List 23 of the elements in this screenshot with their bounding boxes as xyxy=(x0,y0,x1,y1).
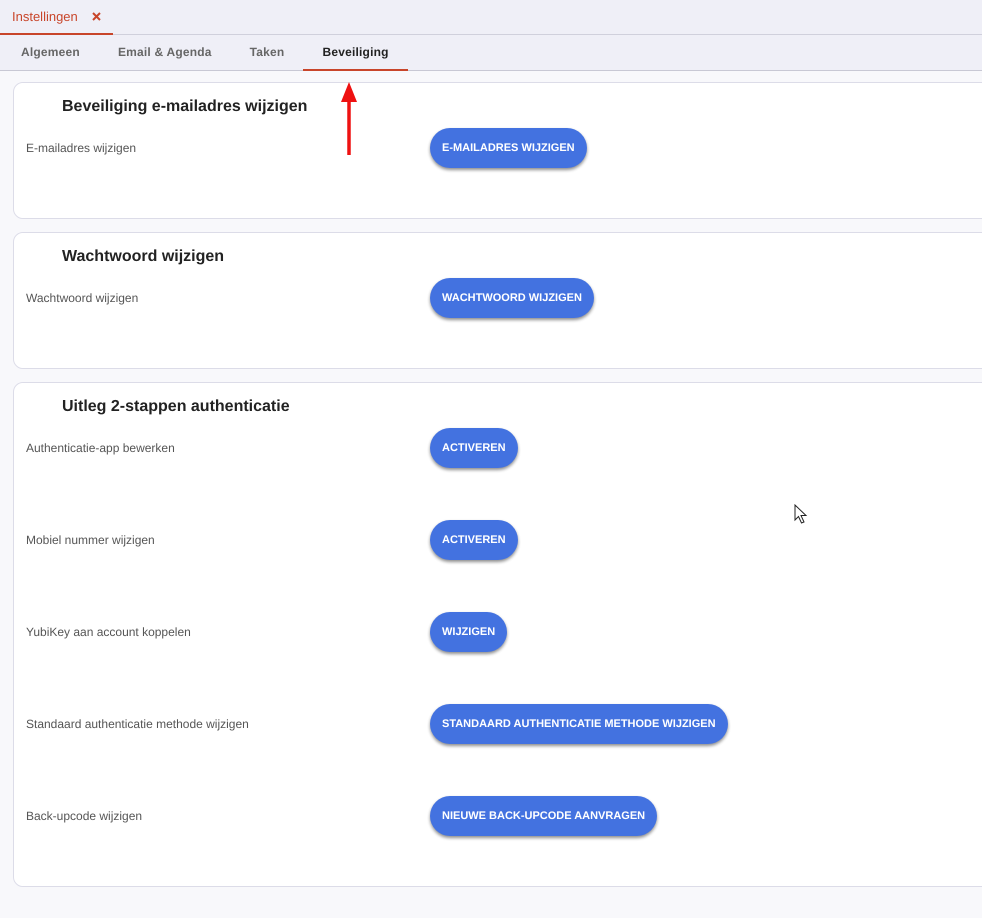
action-button[interactable]: ACTIVEREN xyxy=(430,428,518,468)
section-title: Uitleg 2-stappen authenticatie xyxy=(62,397,291,417)
setting-label: Wachtwoord wijzigen xyxy=(26,291,138,305)
close-icon[interactable] xyxy=(92,12,101,21)
mouse-cursor-icon xyxy=(794,504,808,524)
setting-label: E-mailadres wijzigen xyxy=(26,141,136,155)
action-button[interactable]: WACHTWOORD WIJZIGEN xyxy=(430,278,594,318)
section-title: Wachtwoord wijzigen xyxy=(62,247,226,267)
tab[interactable]: Email & Agenda xyxy=(98,35,231,71)
action-button[interactable]: STANDAARD AUTHENTICATIE METHODE WIJZIGEN xyxy=(430,704,728,744)
tab[interactable]: Taken xyxy=(230,35,304,71)
setting-label: Back-upcode wijzigen xyxy=(26,809,142,823)
action-button[interactable]: ACTIVEREN xyxy=(430,520,518,560)
setting-label: Mobiel nummer wijzigen xyxy=(26,533,155,547)
section-title: Beveiliging e-mailadres wijzigen xyxy=(62,97,308,117)
tab[interactable]: Algemeen xyxy=(2,35,99,71)
action-button[interactable]: E-MAILADRES WIJZIGEN xyxy=(430,128,587,168)
action-button[interactable]: NIEUWE BACK-UPCODE AANVRAGEN xyxy=(430,796,658,836)
action-button[interactable]: WIJZIGEN xyxy=(430,612,508,652)
setting-label: YubiKey aan account koppelen xyxy=(26,625,191,639)
setting-label: Authenticatie-app bewerken xyxy=(26,441,175,455)
tab[interactable]: Beveiliging xyxy=(303,35,408,71)
setting-label: Standaard authenticatie methode wijzigen xyxy=(26,717,249,731)
